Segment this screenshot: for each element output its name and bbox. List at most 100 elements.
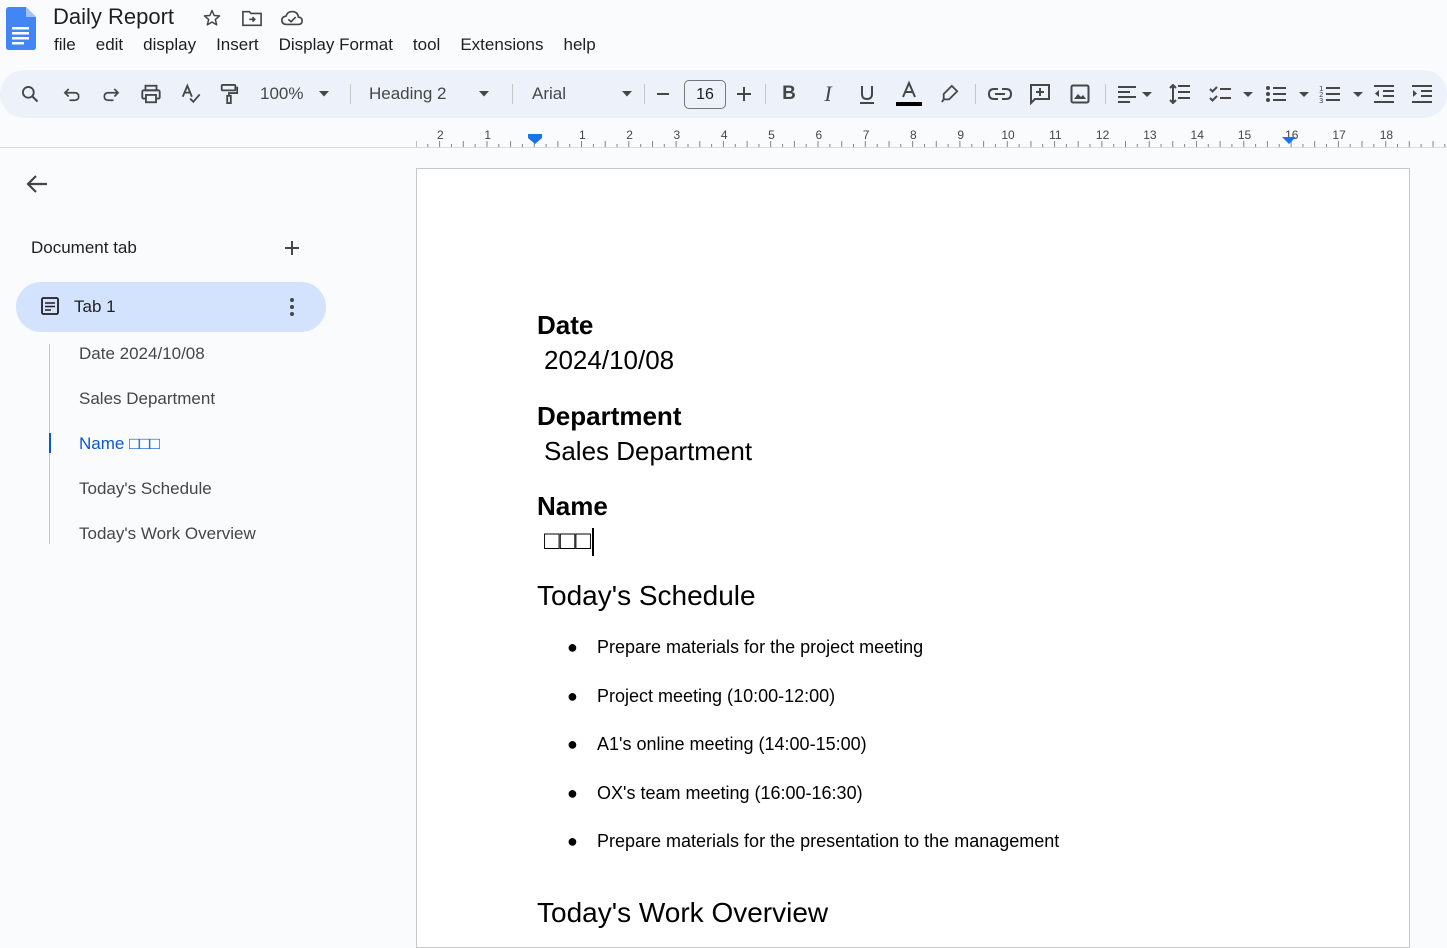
bullet-icon: ● [567, 637, 578, 657]
redo-icon[interactable] [95, 70, 127, 118]
document-tab-icon [40, 296, 60, 321]
font-value: Arial [532, 84, 567, 103]
outline-item-date[interactable]: Date 2024/10/08 [79, 344, 205, 364]
ruler-label: 4 [721, 128, 728, 142]
underline-icon[interactable] [853, 70, 881, 118]
list-item: Project meeting (10:00-12:00) [597, 686, 836, 706]
outline-item-department[interactable]: Sales Department [79, 389, 215, 409]
move-folder-icon[interactable] [238, 7, 266, 29]
minus-icon [657, 93, 669, 95]
ruler-label: 15 [1238, 128, 1252, 142]
highlight-icon[interactable] [936, 70, 964, 118]
document-page[interactable]: Date 2024/10/08 Department Sales Departm… [416, 168, 1410, 948]
spellcheck-icon[interactable] [175, 70, 207, 118]
name-line: □□□ [544, 525, 595, 557]
ruler-label: 17 [1332, 128, 1346, 142]
menu-help[interactable]: help [554, 34, 606, 56]
comment-icon[interactable] [1025, 70, 1055, 118]
menu-display-format[interactable]: Display Format [269, 34, 403, 56]
plus-icon [737, 87, 751, 101]
cloud-saved-icon[interactable] [278, 7, 306, 29]
outline-item-work-overview[interactable]: Today's Work Overview [79, 524, 256, 544]
bullet-icon: ● [567, 686, 578, 706]
undo-icon[interactable] [56, 70, 88, 118]
menu-insert[interactable]: Insert [206, 34, 269, 56]
add-tab-plus-icon[interactable] [282, 238, 302, 258]
name-value: □□□ [544, 525, 592, 555]
outline-item-name[interactable]: Name □□□ [79, 434, 160, 454]
list-item: OX's team meeting (16:00-16:30) [597, 783, 863, 803]
ruler-label: 8 [910, 128, 917, 142]
name-heading: Name [537, 491, 608, 521]
menu-bar: file edit display Insert Display Format … [44, 34, 606, 56]
docs-logo-icon[interactable] [6, 7, 36, 50]
menu-tool[interactable]: tool [403, 34, 450, 56]
department-value: Sales Department [544, 436, 753, 466]
star-icon[interactable] [198, 7, 226, 29]
ruler-label: 18 [1380, 128, 1394, 142]
ruler-label: 11 [1049, 128, 1062, 142]
menu-edit[interactable]: edit [86, 34, 133, 56]
align-icon[interactable] [1112, 70, 1156, 118]
italic-icon[interactable]: I [814, 70, 842, 118]
date-heading: Date [537, 310, 594, 340]
numbered-list-icon[interactable]: 123 [1316, 70, 1366, 118]
document-tabs-header: Document tab [31, 238, 137, 257]
work-overview-heading: Today's Work Overview [537, 897, 829, 928]
search-icon[interactable] [14, 70, 46, 118]
bold-icon[interactable]: B [775, 70, 803, 118]
line-spacing-icon[interactable] [1166, 70, 1194, 118]
bullet-icon: ● [567, 734, 578, 754]
text-color-icon[interactable] [894, 70, 924, 118]
bullet-list-icon[interactable] [1262, 70, 1312, 118]
font-select[interactable]: Arial [520, 70, 636, 118]
zoom-select[interactable]: 100% [252, 70, 342, 118]
paint-format-icon[interactable] [213, 70, 245, 118]
text-cursor [592, 528, 595, 557]
chevron-down-icon [622, 91, 633, 97]
outline-item-schedule[interactable]: Today's Schedule [79, 479, 212, 499]
ruler-label: 6 [815, 128, 822, 142]
image-icon[interactable] [1065, 70, 1095, 118]
outline-active-marker [49, 433, 51, 453]
ruler-label: 7 [863, 128, 870, 142]
ruler-label: 2 [437, 128, 444, 142]
link-icon[interactable] [985, 70, 1015, 118]
ruler-label: 9 [957, 128, 964, 142]
bullet-icon: ● [567, 831, 578, 851]
menu-extensions[interactable]: Extensions [450, 34, 553, 56]
back-arrow-icon[interactable] [22, 169, 52, 199]
list-item: Prepare materials for the project meetin… [597, 637, 924, 657]
ruler-label: 2 [626, 128, 633, 142]
ruler-label: 14 [1191, 128, 1205, 142]
decrease-font-size-button[interactable] [650, 70, 676, 118]
tab-label: Tab 1 [74, 297, 116, 316]
increase-font-size-button[interactable] [731, 70, 757, 118]
ruler-label: 1 [579, 128, 586, 142]
document-title[interactable]: Daily Report [53, 4, 174, 30]
ruler-label: 5 [768, 128, 775, 142]
menu-file[interactable]: file [44, 34, 86, 56]
style-select[interactable]: Heading 2 [358, 70, 502, 118]
menu-display[interactable]: display [133, 34, 206, 56]
zoom-value: 100% [260, 84, 304, 103]
tab-item-tab1[interactable]: Tab 1 [16, 282, 326, 332]
date-value: 2024/10/08 [544, 345, 675, 375]
ruler-label: 13 [1143, 128, 1157, 142]
chevron-down-icon [478, 91, 489, 97]
ruler-label: 3 [674, 128, 681, 142]
ruler-label: 12 [1096, 128, 1110, 142]
svg-text:3: 3 [1319, 97, 1323, 104]
more-vert-icon[interactable] [284, 295, 300, 324]
increase-indent-icon[interactable] [1408, 70, 1436, 118]
font-size-input[interactable]: 16 [684, 80, 726, 109]
style-value: Heading 2 [369, 84, 447, 103]
print-icon[interactable] [135, 70, 167, 118]
ruler-label: 10 [1001, 128, 1015, 142]
title-bar: Daily Report file edit display Insert Di… [0, 0, 1447, 66]
ruler-label: 1 [484, 128, 491, 142]
ruler[interactable]: 2 1 1 2 3 4 5 6 7 8 9 10 11 12 13 14 15 16 17 18 [416, 124, 1447, 148]
decrease-indent-icon[interactable] [1370, 70, 1398, 118]
checklist-icon[interactable] [1206, 70, 1256, 118]
schedule-heading: Today's Schedule [537, 580, 756, 611]
